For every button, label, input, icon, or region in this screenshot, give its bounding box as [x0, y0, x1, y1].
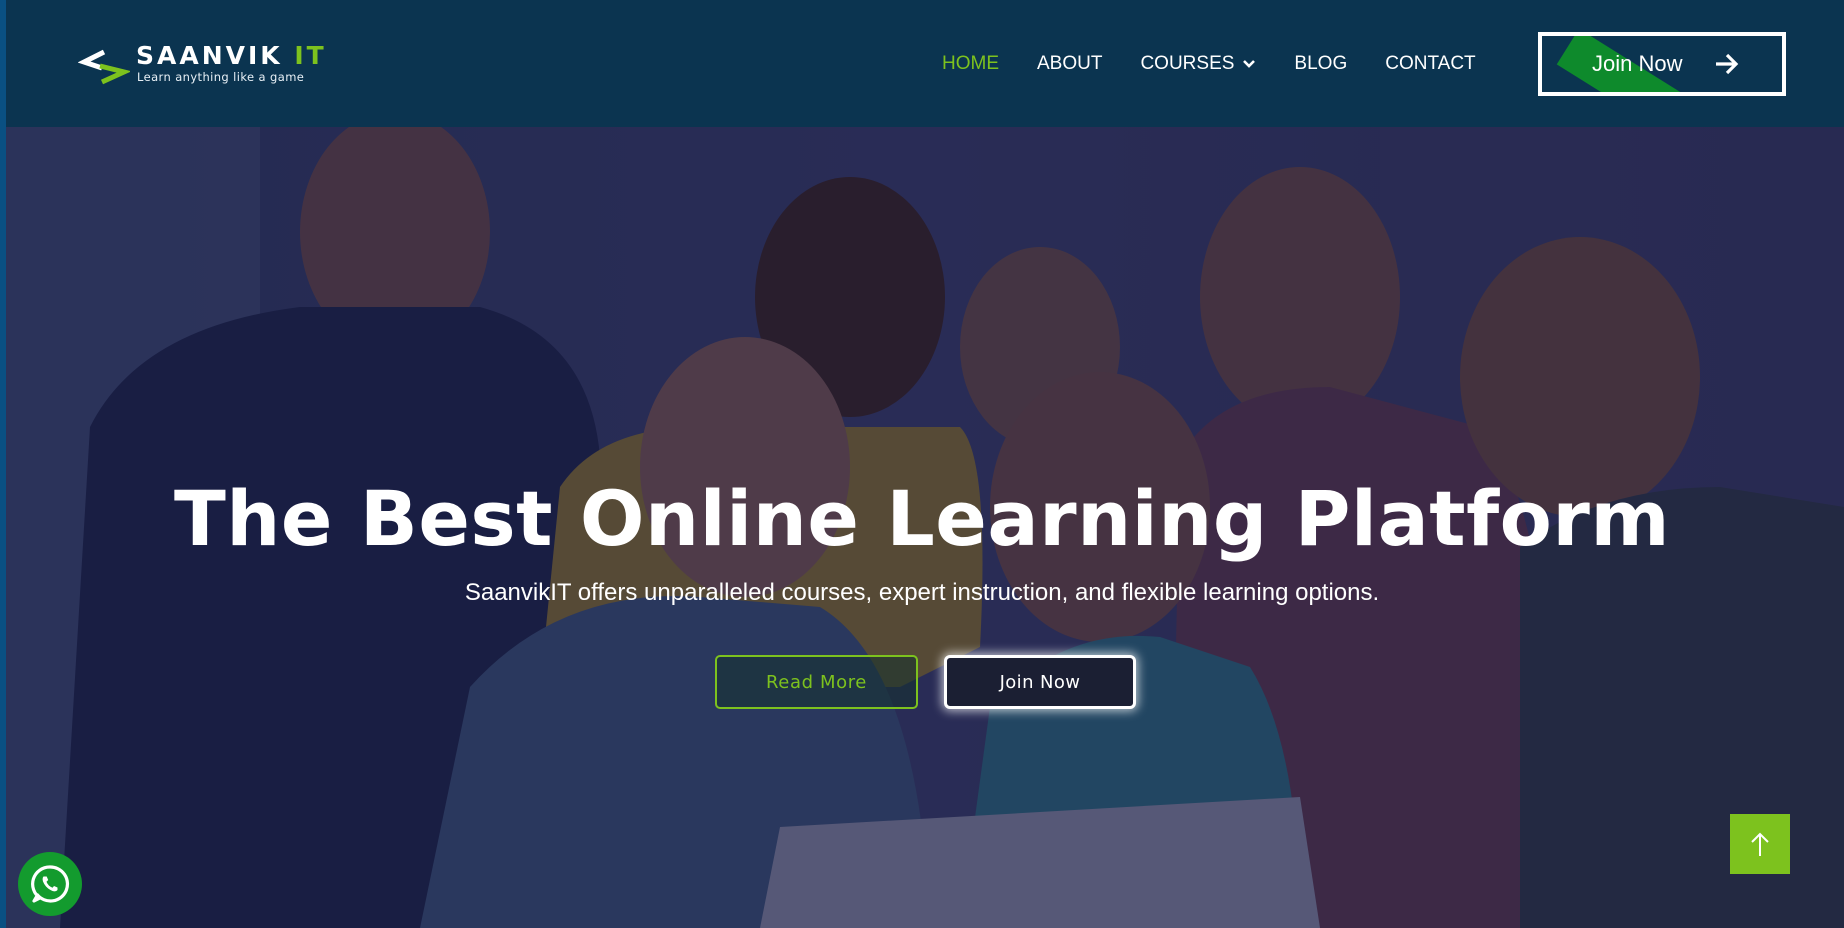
- main-nav: HOME ABOUT COURSES BLOG CONTACT: [942, 52, 1476, 76]
- hero-subtitle: SaanvikIT offers unparalleled courses, e…: [464, 579, 1380, 606]
- nav-item-courses-label: COURSES: [1140, 53, 1235, 74]
- brand-name-main: SAANVIK: [136, 41, 295, 70]
- site-logo[interactable]: SAANVIK IT Learn anything like a game: [78, 42, 324, 88]
- arrow-up-icon: [1751, 832, 1769, 856]
- header-join-now-label: Join Now: [1592, 51, 1683, 76]
- hero-join-now-button[interactable]: Join Now: [944, 655, 1136, 709]
- brand-name-accent: IT: [294, 41, 327, 70]
- chevron-down-icon: [1243, 60, 1256, 68]
- hero-section: The Best Online Learning Platform Saanvi…: [0, 127, 1844, 928]
- brand-name: SAANVIK IT: [136, 42, 327, 70]
- nav-item-about[interactable]: ABOUT: [1037, 53, 1102, 75]
- hero-title: The Best Online Learning Platform: [173, 474, 1671, 563]
- nav-item-home[interactable]: HOME: [942, 53, 999, 75]
- whatsapp-chat-button[interactable]: [18, 852, 82, 916]
- nav-item-contact[interactable]: CONTACT: [1385, 53, 1475, 75]
- nav-item-blog[interactable]: BLOG: [1294, 53, 1347, 75]
- chevron-logo-icon: [78, 49, 130, 85]
- site-header: SAANVIK IT Learn anything like a game HO…: [0, 0, 1844, 127]
- scroll-to-top-button[interactable]: [1730, 814, 1790, 874]
- arrow-right-icon: [1716, 53, 1739, 75]
- landing-page: SAANVIK IT Learn anything like a game HO…: [0, 0, 1844, 928]
- whatsapp-icon: [31, 865, 70, 903]
- window-left-border: [0, 0, 6, 928]
- nav-item-courses[interactable]: COURSES: [1140, 53, 1256, 75]
- read-more-button[interactable]: Read More: [715, 655, 918, 709]
- header-join-now-button[interactable]: Join Now: [1538, 32, 1786, 96]
- brand-tagline: Learn anything like a game: [137, 70, 305, 84]
